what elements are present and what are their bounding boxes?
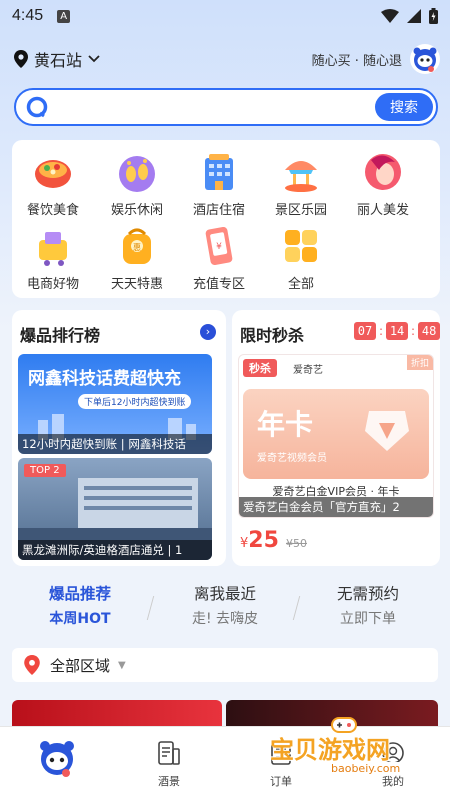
category-label: 全部 [287, 277, 314, 292]
hotel-building-icon [197, 150, 241, 194]
category-label: 景区乐园 [274, 203, 327, 218]
ranking-caption-2: 黑龙滩洲际/英迪格酒店通兑 | 1 [18, 540, 212, 560]
category-label: 酒店住宿 [192, 203, 245, 218]
woman-face-icon [361, 150, 405, 194]
location-pin-icon [14, 50, 28, 68]
svg-text:惠: 惠 [133, 242, 141, 252]
mascot-icon [413, 47, 437, 72]
search-bar[interactable]: 搜索 [14, 88, 438, 126]
category-grid: 餐饮美食 娱乐休闲 酒店住宿 景区乐园 丽人美发 电商好物 惠 天天特惠 ¥ 充… [12, 140, 440, 298]
top-badge: TOP 2 [24, 464, 66, 477]
tab-subtitle: 本周HOT [49, 611, 111, 627]
food-bowl-icon [31, 150, 75, 194]
flash-tag: 秒杀 [243, 359, 277, 377]
hot-ranking-title: 爆品排行榜 [20, 326, 101, 345]
tab-divider [292, 596, 301, 620]
category-food[interactable]: 餐饮美食 [18, 150, 88, 218]
banner-headline: 网鑫科技话费超快充 [28, 369, 181, 389]
hot-ranking-card[interactable]: 爆品排行榜 › 网鑫科技话费超快充 下单后12小时内超快到账 12小时内超快到账… [12, 310, 226, 566]
location-selector[interactable]: 黄石站 [34, 47, 82, 71]
banner-subtext: 下单后12小时内超快到账 [78, 394, 192, 409]
footprints-icon [115, 150, 159, 194]
corner-tag: 折扣 [406, 355, 433, 370]
ranking-caption-1: 12小时内超快到账 | 网鑫科技话 [18, 434, 212, 454]
category-daily-deal[interactable]: 惠 天天特惠 [102, 224, 172, 292]
tab-subtitle: 走! 去嗨皮 [191, 611, 259, 627]
grid-blocks-icon [279, 224, 323, 268]
region-label: 全部区域 [50, 656, 111, 675]
nav-home[interactable] [12, 737, 102, 783]
ranking-banner-1[interactable]: 网鑫科技话费超快充 下单后12小时内超快到账 12小时内超快到账 | 网鑫科技话 [18, 354, 212, 454]
timer-seconds: 48 [418, 322, 440, 340]
category-hotel[interactable]: 酒店住宿 [184, 150, 254, 218]
notification-icon: A [57, 9, 71, 23]
feed-tabs: 爆品推荐 本周HOT 离我最近 走! 去嗨皮 无需预约 立即下单 [0, 582, 450, 636]
tab-title: 离我最近 [193, 585, 256, 603]
year-card-title: 年卡 [257, 408, 314, 441]
chevron-down-icon[interactable] [88, 55, 100, 63]
original-price: ¥50 [286, 537, 307, 550]
iqiyi-shield-icon [365, 411, 409, 451]
watermark-main: 宝贝游戏网 [270, 736, 390, 764]
shopping-cart-icon [31, 224, 75, 268]
signal-icon [407, 9, 421, 23]
tab-subtitle: 立即下单 [340, 611, 396, 627]
tab-title: 爆品推荐 [48, 585, 111, 603]
carousel-icon [279, 150, 323, 194]
flash-sale-banner[interactable]: 秒杀 爱奇艺 折扣 年卡 爱奇艺视频会员 爱奇艺白金VIP会员 · 年卡 爱奇艺… [238, 354, 434, 518]
flash-sale-caption: 爱奇艺白金会员「官方直充」2 [239, 497, 433, 517]
tab-nearest[interactable]: 离我最近 走! 去嗨皮 [165, 582, 285, 628]
category-entertainment[interactable]: 娱乐休闲 [102, 150, 172, 218]
search-logo-icon [26, 96, 48, 118]
battery-icon [429, 8, 438, 24]
timer-hours: 07 [354, 322, 376, 340]
nav-label: 酒景 [158, 775, 180, 788]
slogan-text: 随心买 · 随心退 [311, 53, 402, 69]
timer-minutes: 14 [386, 322, 409, 340]
svg-text:¥: ¥ [216, 242, 222, 252]
flash-sale-title: 限时秒杀 [240, 326, 305, 345]
status-time: 4:45 [12, 7, 44, 24]
tab-no-reservation[interactable]: 无需预约 立即下单 [308, 582, 428, 628]
category-ecommerce[interactable]: 电商好物 [18, 224, 88, 292]
coupon-bag-icon: 惠 [115, 224, 159, 268]
brand-name: 爱奇艺 [293, 365, 323, 376]
category-label: 电商好物 [26, 277, 79, 292]
category-label: 充值专区 [192, 277, 245, 292]
watermark: 宝贝游戏网 baobeiy.com [270, 717, 442, 784]
category-all[interactable]: 全部 [266, 224, 336, 292]
caret-down-icon: ▼ [118, 659, 126, 671]
nav-scenic[interactable]: 酒景 [124, 741, 214, 789]
region-filter[interactable]: 全部区域 ▼ [12, 648, 438, 682]
sale-price: 25 [248, 528, 279, 553]
flash-sale-card[interactable]: 限时秒杀 07: 14: 48 秒杀 爱奇艺 折扣 年卡 爱奇艺视频会员 爱奇艺… [232, 310, 440, 566]
chevron-right-icon[interactable]: › [200, 324, 216, 340]
category-label: 餐饮美食 [26, 203, 79, 218]
category-recharge[interactable]: ¥ 充值专区 [184, 224, 254, 292]
tab-title: 无需预约 [336, 585, 399, 603]
category-beauty[interactable]: 丽人美发 [348, 150, 418, 218]
tab-divider [146, 596, 155, 620]
search-input[interactable] [56, 99, 375, 115]
tab-hot-recommend[interactable]: 爆品推荐 本周HOT [20, 582, 140, 628]
countdown-timer: 07: 14: 48 [354, 322, 440, 340]
category-label: 天天特惠 [110, 277, 163, 292]
watermark-sub: baobeiy.com [328, 762, 404, 775]
category-scenic[interactable]: 景区乐园 [266, 150, 336, 218]
location-bar: 黄石站 随心买 · 随心退 [14, 42, 440, 76]
mascot-home-icon [40, 741, 74, 777]
mascot-avatar[interactable] [410, 44, 440, 74]
wifi-icon [381, 9, 399, 23]
year-card-visual: 年卡 爱奇艺视频会员 [243, 389, 429, 479]
location-pin-icon [24, 655, 40, 675]
category-label: 丽人美发 [356, 203, 409, 218]
price-block: ¥25 ¥50 [240, 528, 307, 553]
ranking-banner-2[interactable]: TOP 2 黑龙滩洲际/英迪格酒店通兑 | 1 [18, 458, 212, 560]
search-button[interactable]: 搜索 [375, 93, 433, 121]
status-bar: 4:45 A [0, 0, 450, 32]
category-label: 娱乐休闲 [110, 203, 163, 218]
phone-recharge-icon: ¥ [197, 224, 241, 268]
document-icon [158, 741, 180, 765]
year-card-subtitle: 爱奇艺视频会员 [257, 453, 327, 464]
